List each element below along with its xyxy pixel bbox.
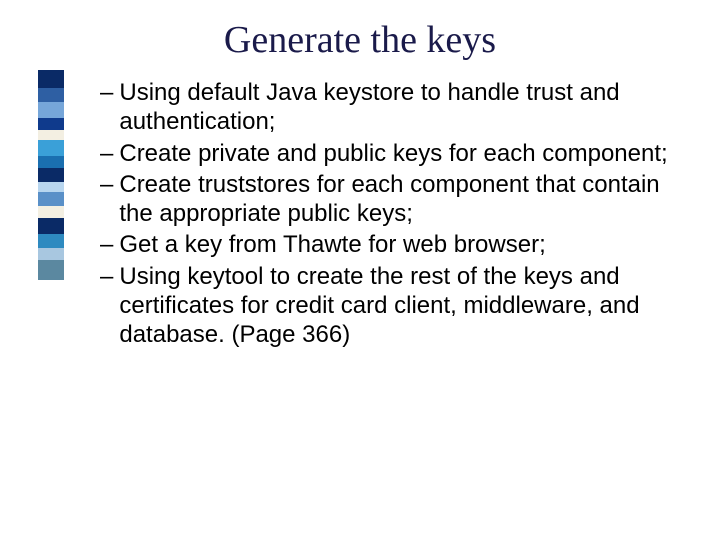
page-title: Generate the keys — [0, 18, 720, 62]
bullet-dash: – — [100, 262, 119, 350]
content-body: – Using default Java keystore to handle … — [100, 78, 670, 351]
bullet-dash: – — [100, 170, 119, 229]
list-item: – Using keytool to create the rest of th… — [100, 262, 670, 350]
list-item: – Using default Java keystore to handle … — [100, 78, 670, 137]
bullet-dash: – — [100, 78, 119, 137]
bullet-dash: – — [100, 230, 119, 259]
bullet-text: Using keytool to create the rest of the … — [119, 262, 670, 350]
bullet-text: Create truststores for each component th… — [119, 170, 670, 229]
bullet-text: Create private and public keys for each … — [119, 139, 670, 168]
list-item: – Create truststores for each component … — [100, 170, 670, 229]
decorative-sidebar — [38, 70, 64, 280]
bullet-dash: – — [100, 139, 119, 168]
bullet-text: Using default Java keystore to handle tr… — [119, 78, 670, 137]
bullet-text: Get a key from Thawte for web browser; — [119, 230, 670, 259]
list-item: – Create private and public keys for eac… — [100, 139, 670, 168]
list-item: – Get a key from Thawte for web browser; — [100, 230, 670, 259]
